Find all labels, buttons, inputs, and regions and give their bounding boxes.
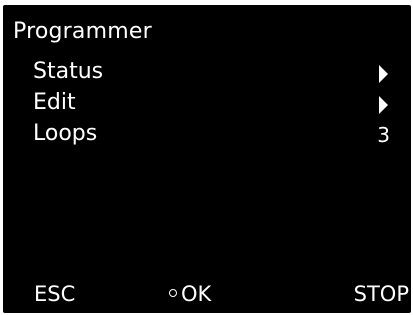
softkey-bar: ESC OK STOP [3,281,411,309]
programmer-menu: Status Edit Loops 3 [33,57,390,150]
menu-item-edit[interactable]: Edit [33,88,388,119]
stop-softkey[interactable]: STOP [354,281,409,307]
ok-softkey[interactable]: OK [169,281,211,307]
chevron-right-icon [379,65,388,83]
device-display: Programmer Status Edit Loops 3 ESC OK ST… [3,5,411,313]
circle-icon [169,289,177,297]
esc-softkey[interactable]: ESC [34,281,75,307]
screen-title: Programmer [13,19,152,44]
chevron-right-icon [379,96,388,114]
ok-softkey-label: OK [181,282,212,306]
menu-item-label: Status [33,59,104,84]
menu-item-status[interactable]: Status [33,57,388,88]
menu-item-label: Edit [33,90,76,115]
loops-value: 3 [377,123,390,147]
menu-item-loops[interactable]: Loops 3 [33,119,390,150]
menu-item-label: Loops [33,121,98,146]
